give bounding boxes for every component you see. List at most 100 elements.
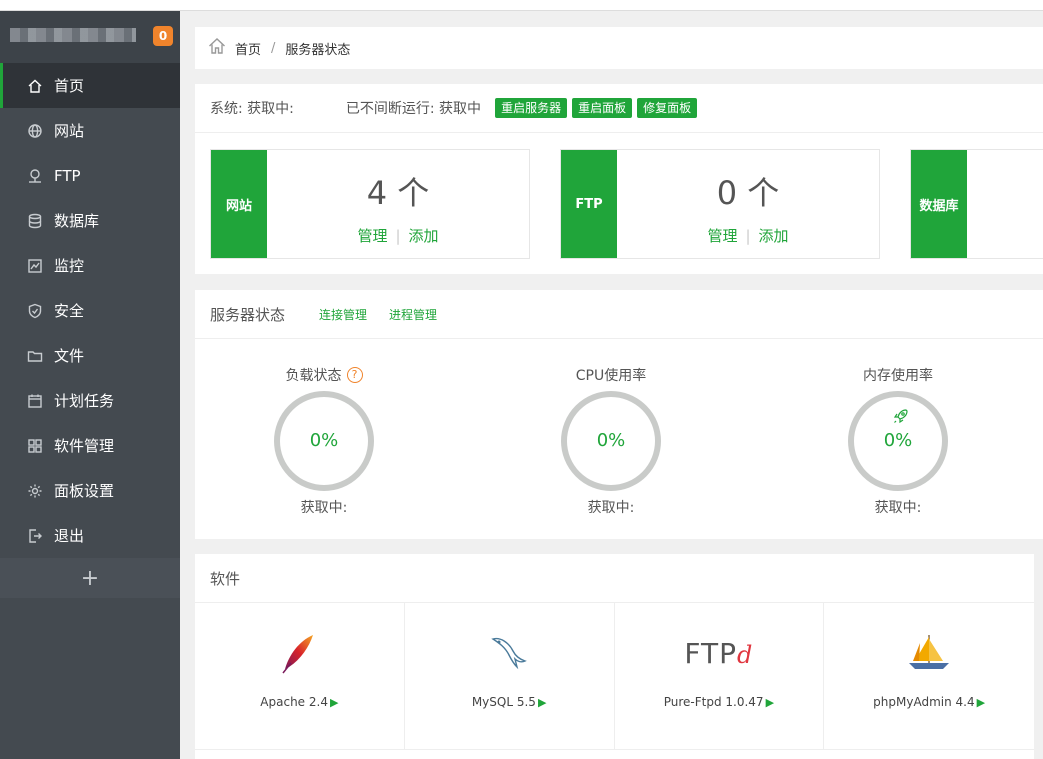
software-item-label: Apache 2.4 ▶ bbox=[195, 695, 404, 709]
software-item-apache[interactable]: Apache 2.4 ▶ bbox=[195, 603, 405, 750]
software-item-label: MySQL 5.5 ▶ bbox=[405, 695, 614, 709]
database-stat-card: 数据库 bbox=[910, 149, 1043, 259]
home-icon bbox=[26, 77, 44, 95]
software-item-label: phpMyAdmin 4.4 ▶ bbox=[824, 695, 1034, 709]
ftp-stat-tag: FTP bbox=[561, 150, 617, 258]
sidebar-item-software[interactable]: 软件管理 bbox=[0, 423, 180, 468]
globe-icon bbox=[26, 122, 44, 140]
repair-panel-button[interactable]: 修复面板 bbox=[637, 98, 698, 118]
ftpd-logo: FTPd bbox=[684, 637, 753, 670]
rocket-icon[interactable] bbox=[892, 407, 910, 429]
sidebar-item-database[interactable]: 数据库 bbox=[0, 198, 180, 243]
server-status-title: 服务器状态 bbox=[210, 305, 286, 324]
website-add-link[interactable]: 添加 bbox=[409, 227, 439, 245]
software-item-pureftpd[interactable]: FTPd Pure-Ftpd 1.0.47 ▶ bbox=[614, 603, 825, 750]
load-gauge-ring[interactable]: 0% bbox=[274, 391, 374, 491]
software-item-label: Pure-Ftpd 1.0.47 ▶ bbox=[615, 695, 824, 709]
play-arrow-icon: ▶ bbox=[765, 696, 775, 709]
software-item-name: phpMyAdmin 4.4 bbox=[873, 695, 975, 709]
sidebar-item-files[interactable]: 文件 bbox=[0, 333, 180, 378]
sidebar-item-label: 安全 bbox=[54, 302, 85, 320]
software-item-phpmyadmin[interactable]: phpMyAdmin 4.4 ▶ bbox=[824, 603, 1034, 750]
sidebar-item-website[interactable]: 网站 bbox=[0, 108, 180, 153]
home-icon[interactable] bbox=[207, 36, 227, 60]
sidebar: 0 首页 网站 FTP 数据库 监控 安全 文件 计划任务 软件管理 面板设置 … bbox=[0, 11, 180, 759]
system-info-bar: 系统: 获取中: 已不间断运行: 获取中 重启服务器 重启面板 修复面板 bbox=[195, 84, 1043, 133]
website-manage-link[interactable]: 管理 bbox=[357, 227, 387, 245]
folder-icon bbox=[26, 347, 44, 365]
sidebar-item-settings[interactable]: 面板设置 bbox=[0, 468, 180, 513]
monitor-icon bbox=[26, 257, 44, 275]
breadcrumb-home-link[interactable]: 首页 bbox=[235, 39, 261, 58]
sidebar-item-cron[interactable]: 计划任务 bbox=[0, 378, 180, 423]
memory-gauge-status: 获取中: bbox=[874, 500, 922, 516]
memory-gauge: 内存使用率 0% 获取中: bbox=[828, 365, 968, 517]
load-gauge-title: 负载状态 ? bbox=[254, 365, 394, 385]
restart-panel-button[interactable]: 重启面板 bbox=[572, 98, 633, 118]
breadcrumb-separator: / bbox=[271, 40, 276, 56]
add-shortcut-button[interactable]: + bbox=[0, 558, 180, 598]
grid-icon bbox=[26, 437, 44, 455]
cpu-gauge-title: CPU使用率 bbox=[575, 368, 647, 384]
database-stat-tag: 数据库 bbox=[911, 150, 967, 258]
memory-gauge-value: 0% bbox=[883, 430, 913, 451]
load-gauge-status: 获取中: bbox=[300, 500, 348, 516]
load-gauge: 负载状态 ? 0% 获取中: bbox=[254, 365, 394, 517]
system-label: 系统: 获取中: bbox=[210, 101, 294, 117]
gear-icon bbox=[26, 482, 44, 500]
username-blurred bbox=[10, 28, 136, 42]
calendar-icon bbox=[26, 392, 44, 410]
apache-feather-icon bbox=[195, 631, 404, 675]
sidebar-header: 0 bbox=[0, 11, 180, 63]
sidebar-item-label: 文件 bbox=[54, 347, 85, 365]
sidebar-item-ftp[interactable]: FTP bbox=[0, 153, 180, 198]
sidebar-item-logout[interactable]: 退出 bbox=[0, 513, 180, 558]
play-arrow-icon: ▶ bbox=[976, 696, 986, 709]
ftpd-logo-text: FTP bbox=[684, 636, 737, 670]
cpu-gauge: CPU使用率 0% 获取中: bbox=[541, 365, 681, 517]
software-item-name: Pure-Ftpd 1.0.47 bbox=[663, 695, 764, 709]
process-manage-link[interactable]: 进程管理 bbox=[389, 306, 437, 323]
software-grid: Apache 2.4 ▶ MySQL 5.5 ▶ FTPd Pure-Ftpd 1.… bbox=[195, 603, 1034, 750]
software-item-name: Apache 2.4 bbox=[260, 695, 328, 709]
mysql-dolphin-icon bbox=[405, 631, 614, 675]
load-gauge-label: 负载状态 bbox=[285, 368, 342, 384]
memory-gauge-title: 内存使用率 bbox=[863, 368, 933, 384]
software-title: 软件 bbox=[195, 554, 1034, 603]
restart-server-button[interactable]: 重启服务器 bbox=[495, 98, 568, 118]
software-item-mysql[interactable]: MySQL 5.5 ▶ bbox=[404, 603, 615, 750]
website-stat-card: 网站 4 个 管理 | 添加 bbox=[210, 149, 530, 259]
connection-manage-link[interactable]: 连接管理 bbox=[319, 306, 367, 323]
memory-gauge-ring[interactable]: 0% bbox=[848, 391, 948, 491]
browser-toolbar-strip bbox=[0, 0, 1043, 11]
cpu-gauge-status: 获取中: bbox=[587, 500, 635, 516]
sidebar-item-security[interactable]: 安全 bbox=[0, 288, 180, 333]
sidebar-item-label: 首页 bbox=[54, 77, 85, 95]
breadcrumb: 首页 / 服务器状态 bbox=[195, 27, 1043, 69]
help-icon[interactable]: ? bbox=[346, 367, 363, 383]
cpu-gauge-ring[interactable]: 0% bbox=[561, 391, 661, 491]
sidebar-item-label: 退出 bbox=[54, 527, 85, 545]
load-gauge-value: 0% bbox=[309, 430, 339, 451]
notification-badge[interactable]: 0 bbox=[153, 26, 173, 46]
software-item-name: MySQL 5.5 bbox=[471, 695, 536, 709]
sidebar-item-monitor[interactable]: 监控 bbox=[0, 243, 180, 288]
ftpd-logo-icon: FTPd bbox=[615, 631, 824, 675]
sidebar-item-label: 面板设置 bbox=[54, 482, 115, 500]
logout-icon bbox=[26, 527, 44, 545]
sidebar-item-label: 计划任务 bbox=[54, 392, 115, 410]
ftp-icon bbox=[26, 167, 44, 185]
sidebar-item-home[interactable]: 首页 bbox=[0, 63, 180, 108]
play-arrow-icon: ▶ bbox=[329, 696, 339, 709]
database-icon bbox=[26, 212, 44, 230]
play-arrow-icon: ▶ bbox=[537, 696, 547, 709]
sidebar-item-label: 网站 bbox=[54, 122, 85, 140]
server-status-header: 服务器状态 连接管理 进程管理 bbox=[195, 290, 1043, 339]
phpmyadmin-sailboat-icon bbox=[824, 631, 1034, 675]
website-stat-links: 管理 | 添加 bbox=[267, 225, 529, 246]
ftp-add-link[interactable]: 添加 bbox=[759, 227, 789, 245]
ftp-manage-link[interactable]: 管理 bbox=[707, 227, 737, 245]
system-overview-panel: 系统: 获取中: 已不间断运行: 获取中 重启服务器 重启面板 修复面板 网站 … bbox=[195, 84, 1043, 274]
website-count: 4 个 bbox=[366, 174, 430, 212]
sidebar-item-label: FTP bbox=[54, 166, 81, 185]
